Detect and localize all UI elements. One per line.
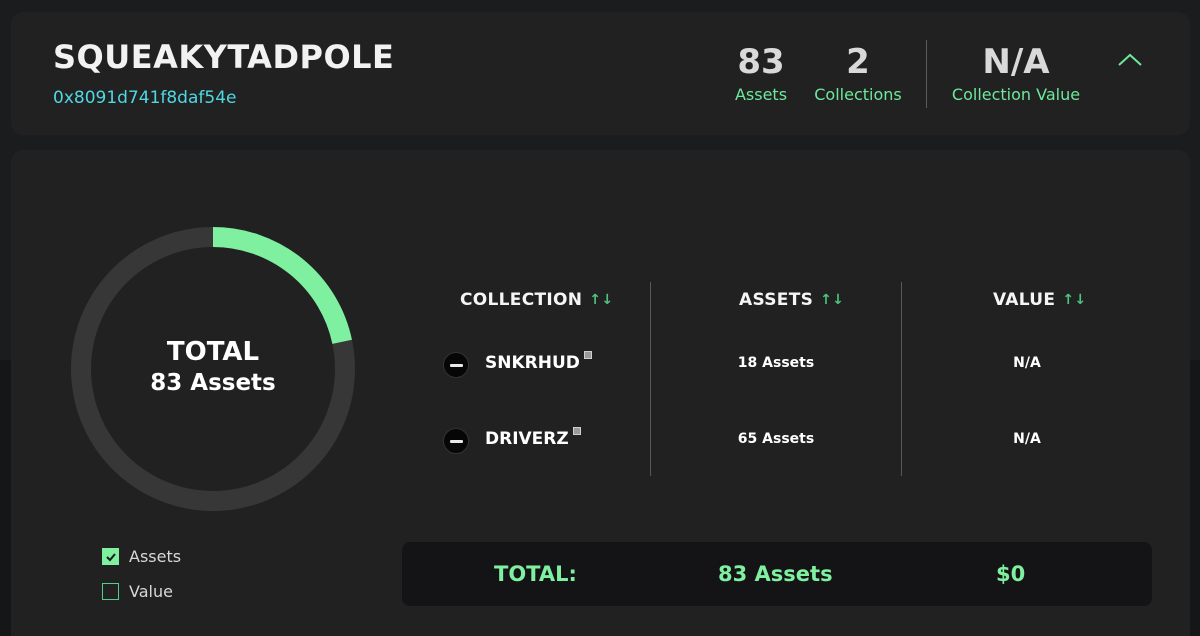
collection-value-cell: N/A (1013, 355, 1041, 371)
sort-icon[interactable]: ↑↓ (1062, 292, 1086, 308)
collection-name[interactable]: DRIVERZ (485, 427, 581, 449)
collection-value-stat: N/A Collection Value (951, 42, 1081, 106)
assets-stat: 83 Assets (729, 42, 793, 106)
username: SQUEAKYTADPOLE (53, 38, 395, 76)
collection-assets: 18 Assets (737, 355, 815, 371)
collection-assets: 65 Assets (737, 431, 815, 447)
legend-assets-toggle[interactable]: Assets (102, 547, 181, 566)
wallet-address[interactable]: 0x8091d741f8daf54e (53, 88, 236, 108)
verified-badge-icon (572, 427, 581, 435)
column-header-value[interactable]: VALUE ↑↓ (993, 290, 1086, 310)
column-header-collection[interactable]: COLLECTION ↑↓ (460, 290, 613, 310)
stats-divider (926, 40, 927, 108)
collection-value: N/A (982, 42, 1050, 82)
assets-header-label: ASSETS (739, 290, 814, 310)
collections-stat-label: Collections (814, 85, 902, 104)
sort-icon[interactable]: ↑↓ (589, 292, 613, 308)
collection-value-label: Collection Value (951, 85, 1081, 104)
legend-value-label: Value (129, 582, 173, 601)
column-header-assets[interactable]: ASSETS ↑↓ (739, 290, 844, 310)
legend-assets-label: Assets (129, 547, 182, 566)
check-icon (105, 552, 116, 561)
value-checkbox[interactable] (102, 583, 119, 600)
total-label: TOTAL: (494, 562, 577, 586)
collection-logo (443, 428, 469, 454)
sort-icon[interactable]: ↑↓ (820, 292, 844, 308)
collection-name[interactable]: SNKRHUD (485, 351, 592, 373)
assets-count: 83 (737, 42, 785, 82)
collections-count: 2 (846, 42, 870, 82)
collection-logo (443, 352, 469, 378)
value-header-label: VALUE (993, 290, 1056, 310)
portfolio-card: TOTAL 83 Assets Assets Value COLLECTION … (11, 150, 1190, 636)
table-row[interactable]: DRIVERZ 65 Assets N/A (11, 422, 1190, 462)
total-assets: 83 Assets (718, 562, 833, 586)
profile-header-card: SQUEAKYTADPOLE 0x8091d741f8daf54e 83 Ass… (11, 12, 1190, 135)
assets-stat-label: Assets (734, 85, 788, 104)
collections-stat: 2 Collections (811, 42, 905, 106)
total-value: $0 (996, 562, 1026, 586)
collection-value-cell: N/A (1013, 431, 1041, 447)
assets-checkbox[interactable] (102, 548, 119, 565)
table-row[interactable]: SNKRHUD 18 Assets N/A (11, 346, 1190, 386)
legend-value-toggle[interactable]: Value (102, 582, 173, 601)
total-summary-bar: TOTAL: 83 Assets $0 (402, 542, 1152, 606)
verified-badge-icon (583, 351, 592, 359)
chevron-up-icon[interactable] (1115, 50, 1145, 70)
collection-header-label: COLLECTION (460, 290, 583, 310)
